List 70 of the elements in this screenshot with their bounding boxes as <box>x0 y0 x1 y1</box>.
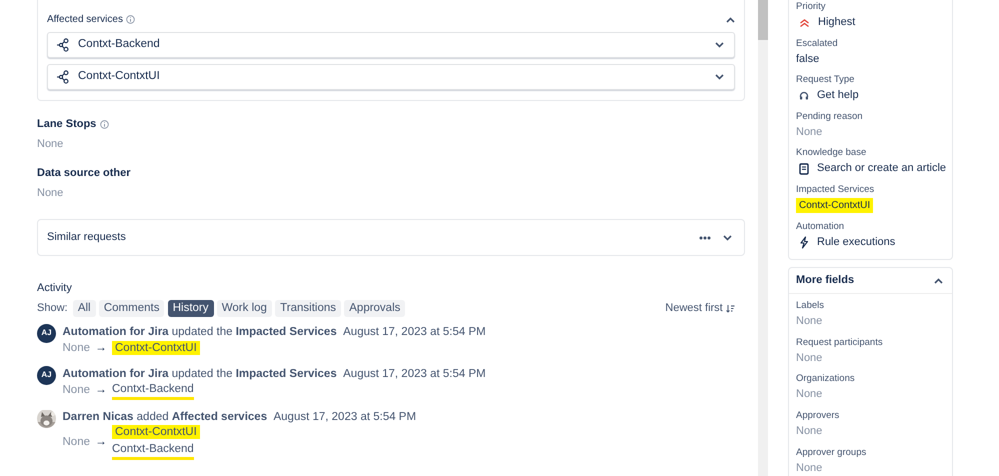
field-label: Approver groups <box>796 446 868 459</box>
section-heading: Activity <box>37 281 73 296</box>
service-tag[interactable]: Contxt-ContxtUI <box>796 198 874 213</box>
avatar: AJ <box>37 366 56 385</box>
field-value: None <box>37 186 64 200</box>
service-row[interactable]: Contxt-Backend <box>47 32 735 58</box>
old-value: None <box>62 434 90 450</box>
field-value[interactable]: Get help <box>817 88 859 104</box>
field-value: None <box>796 314 822 330</box>
field-label: Pending reason <box>796 110 864 123</box>
field-value: None <box>796 387 822 402</box>
field-value: None <box>796 350 822 366</box>
field-value[interactable]: Rule executions <box>817 234 896 250</box>
arrow-glyph: → <box>95 383 107 398</box>
old-value: None <box>62 340 90 356</box>
old-value: None <box>62 383 90 398</box>
activity-summary: Automation for Jira updated the Impacted Services August 17, 2023 at 5:54 PM <box>62 324 486 340</box>
double-chevron-up-icon <box>799 18 810 28</box>
new-value: Contxt-Backend <box>112 442 194 460</box>
field-label: Impacted Services <box>796 184 876 196</box>
new-value: Contxt-ContxtUI <box>112 341 200 356</box>
sort-icon <box>726 304 735 312</box>
field-value: None <box>37 136 64 152</box>
info-icon <box>126 14 136 24</box>
filter-tab[interactable]: Comments <box>98 300 164 316</box>
new-value: Contxt-Backend <box>112 382 194 400</box>
field-label: Approvers <box>796 410 840 422</box>
field-label: Lane Stops <box>37 117 96 132</box>
field-label: Escalated <box>796 38 839 50</box>
filter-tab[interactable]: Transitions <box>275 300 341 316</box>
field-label: Request Type <box>796 74 856 86</box>
field-value: None <box>796 124 822 140</box>
chevron-up-icon[interactable] <box>726 16 735 23</box>
field-label: Automation <box>796 220 846 233</box>
avatar: AJ <box>37 324 56 342</box>
filter-tab[interactable]: History <box>168 300 214 316</box>
show-label: Show: <box>37 300 68 316</box>
panel-title: Similar requests <box>47 230 127 246</box>
card-title: More fields <box>796 273 854 288</box>
field-value: Highest <box>818 15 856 30</box>
arrow-glyph: → <box>95 434 107 450</box>
scrollbar[interactable] <box>758 0 768 476</box>
more-icon[interactable] <box>699 236 711 240</box>
service-row[interactable]: Contxt-ContxtUI <box>47 64 735 90</box>
field-value: None <box>796 460 822 476</box>
nodes-icon <box>56 70 70 84</box>
field-label: Labels <box>796 300 825 312</box>
filter-tab[interactable]: Work log <box>216 300 272 316</box>
activity-summary: Automation for Jira updated the Impacted Services August 17, 2023 at 5:54 PM <box>62 366 486 382</box>
field-label: Data source other <box>37 166 131 181</box>
arrow-glyph: → <box>95 340 107 356</box>
sort-button[interactable]: Newest first <box>665 300 735 316</box>
new-value: Contxt-ContxtUI <box>112 424 200 439</box>
field-label: Request participants <box>796 336 884 349</box>
field-value: false <box>796 52 820 67</box>
field-value: None <box>796 424 822 439</box>
filter-tab[interactable]: All <box>72 300 96 316</box>
field-label: Priority <box>796 1 827 13</box>
field-label: Knowledge base <box>796 147 868 160</box>
lightning-icon <box>799 236 809 249</box>
headset-icon <box>799 90 809 101</box>
field-value[interactable]: Search or create an article <box>817 161 946 176</box>
activity-summary: Darren Nicas added Affected services August 17, 2023 at 5:54 PM <box>62 410 416 425</box>
document-icon <box>799 162 809 175</box>
filter-tab[interactable]: Approvals <box>344 300 406 316</box>
chevron-up-icon[interactable] <box>934 278 943 284</box>
nodes-icon <box>56 38 70 52</box>
section-heading: Affected services <box>47 12 123 26</box>
chevron-down-icon[interactable] <box>723 235 732 242</box>
field-label: Organizations <box>796 373 856 386</box>
